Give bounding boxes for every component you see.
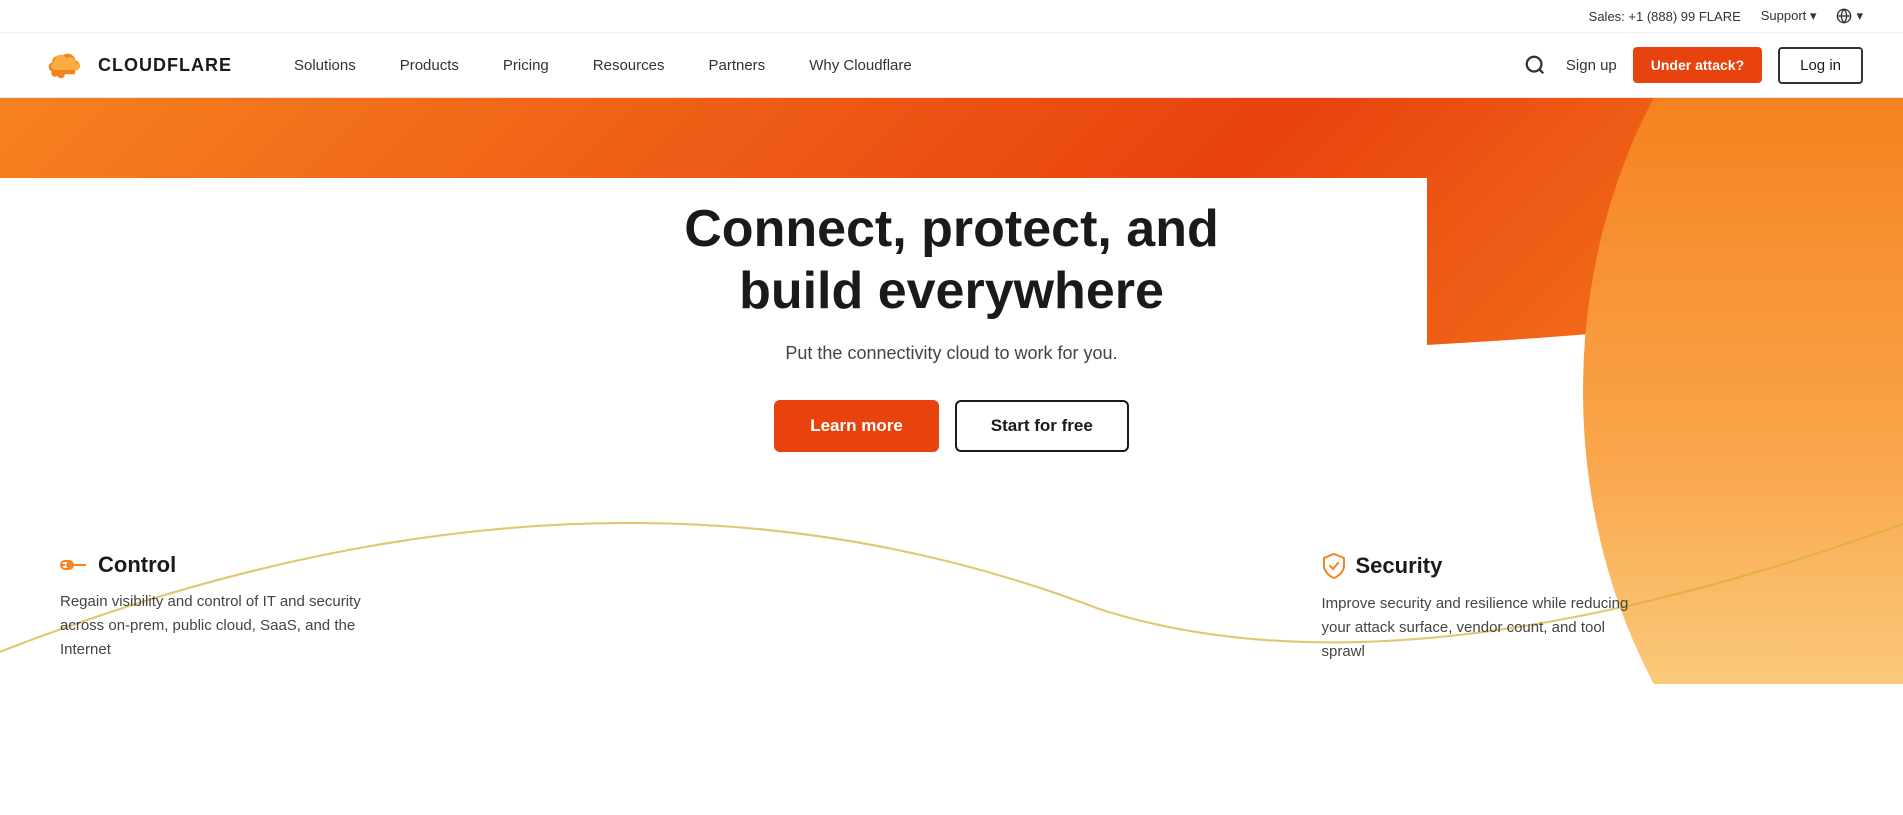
feature-security: Security Improve security and resilience… xyxy=(1322,532,1844,684)
login-button[interactable]: Log in xyxy=(1778,47,1863,84)
feature-security-title: Security xyxy=(1356,553,1443,579)
hero-buttons: Learn more Start for free xyxy=(774,400,1129,452)
feature-security-title-row: Security xyxy=(1322,552,1844,580)
sales-info: Sales: +1 (888) 99 FLARE xyxy=(1589,9,1741,24)
nav-resources[interactable]: Resources xyxy=(571,33,687,98)
search-button[interactable] xyxy=(1520,50,1550,80)
logo-text: CLOUDFLARE xyxy=(98,55,232,76)
security-icon xyxy=(1322,552,1346,580)
learn-more-button[interactable]: Learn more xyxy=(774,400,939,452)
under-attack-button[interactable]: Under attack? xyxy=(1633,47,1762,83)
language-selector[interactable]: ▾ xyxy=(1836,8,1863,24)
logo[interactable]: CLOUDFLARE xyxy=(40,48,232,82)
main-nav: CLOUDFLARE Solutions Products Pricing Re… xyxy=(0,33,1903,98)
feature-control-desc: Regain visibility and control of IT and … xyxy=(60,590,380,662)
header-top-bar: Sales: +1 (888) 99 FLARE Support ▾ ▾ xyxy=(0,0,1903,33)
nav-links: Solutions Products Pricing Resources Par… xyxy=(272,33,1520,98)
language-chevron-icon: ▾ xyxy=(1856,8,1863,24)
chevron-down-icon: ▾ xyxy=(1810,8,1817,23)
start-free-button[interactable]: Start for free xyxy=(955,400,1129,452)
nav-actions: Sign up Under attack? Log in xyxy=(1520,47,1863,84)
nav-pricing[interactable]: Pricing xyxy=(481,33,571,98)
hero-section: Connect, protect, and build everywhere P… xyxy=(0,98,1903,684)
feature-control-title: Control xyxy=(98,552,176,578)
cloudflare-logo-icon xyxy=(40,48,90,82)
features-row: Control Regain visibility and control of… xyxy=(0,532,1903,684)
hero-title: Connect, protect, and build everywhere xyxy=(684,198,1218,323)
nav-products[interactable]: Products xyxy=(378,33,481,98)
nav-partners[interactable]: Partners xyxy=(686,33,787,98)
feature-control-title-row: Control xyxy=(60,552,582,578)
search-icon xyxy=(1524,54,1546,76)
hero-subtitle: Put the connectivity cloud to work for y… xyxy=(785,343,1117,364)
globe-icon xyxy=(1836,8,1852,24)
signup-button[interactable]: Sign up xyxy=(1566,57,1617,74)
control-icon xyxy=(60,553,88,577)
feature-security-desc: Improve security and resilience while re… xyxy=(1322,592,1642,664)
hero-content: Connect, protect, and build everywhere P… xyxy=(0,98,1903,512)
nav-why-cloudflare[interactable]: Why Cloudflare xyxy=(787,33,934,98)
feature-control: Control Regain visibility and control of… xyxy=(60,532,582,684)
nav-solutions[interactable]: Solutions xyxy=(272,33,378,98)
support-link[interactable]: Support ▾ xyxy=(1761,8,1817,24)
